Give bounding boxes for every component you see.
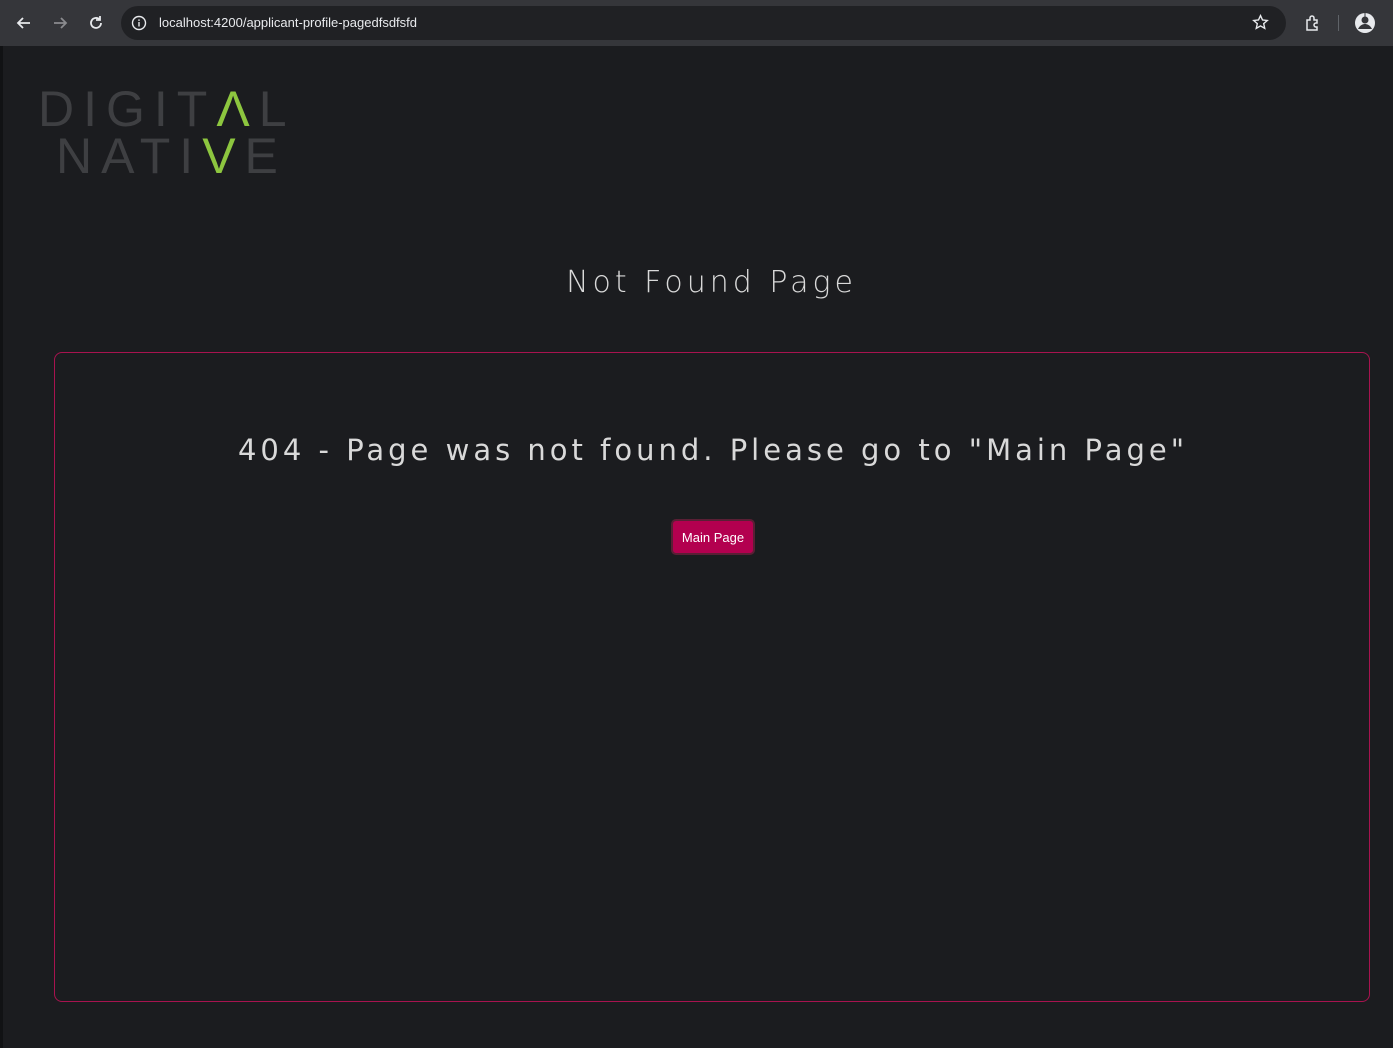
toolbar-divider bbox=[1338, 15, 1339, 31]
not-found-panel: 404 - Page was not found. Please go to "… bbox=[54, 352, 1370, 1002]
extensions-icon[interactable] bbox=[1301, 11, 1325, 35]
logo-line-1: DIGITΛL bbox=[38, 81, 296, 137]
address-bar[interactable]: localhost:4200/applicant-profile-pagedfs… bbox=[121, 6, 1286, 40]
main-page-button[interactable]: Main Page bbox=[671, 519, 755, 555]
page-content: DIGITΛL NATIVE Not Found Page 404 - Page… bbox=[0, 46, 1393, 1048]
page-title: Not Found Page bbox=[566, 265, 857, 300]
bookmark-star-icon[interactable] bbox=[1252, 13, 1269, 36]
window-edge bbox=[0, 46, 3, 1048]
url-text[interactable]: localhost:4200/applicant-profile-pagedfs… bbox=[159, 15, 417, 30]
digital-native-logo[interactable]: DIGITΛL NATIVE bbox=[38, 84, 288, 184]
logo-line-2: NATIVE bbox=[56, 128, 287, 184]
browser-toolbar: localhost:4200/applicant-profile-pagedfs… bbox=[0, 0, 1393, 46]
profile-avatar-icon[interactable] bbox=[1353, 11, 1377, 35]
info-icon[interactable] bbox=[131, 15, 147, 36]
not-found-message: 404 - Page was not found. Please go to "… bbox=[237, 433, 1189, 467]
forward-icon[interactable] bbox=[48, 11, 72, 35]
reload-icon[interactable] bbox=[84, 11, 108, 35]
back-icon[interactable] bbox=[12, 11, 36, 35]
